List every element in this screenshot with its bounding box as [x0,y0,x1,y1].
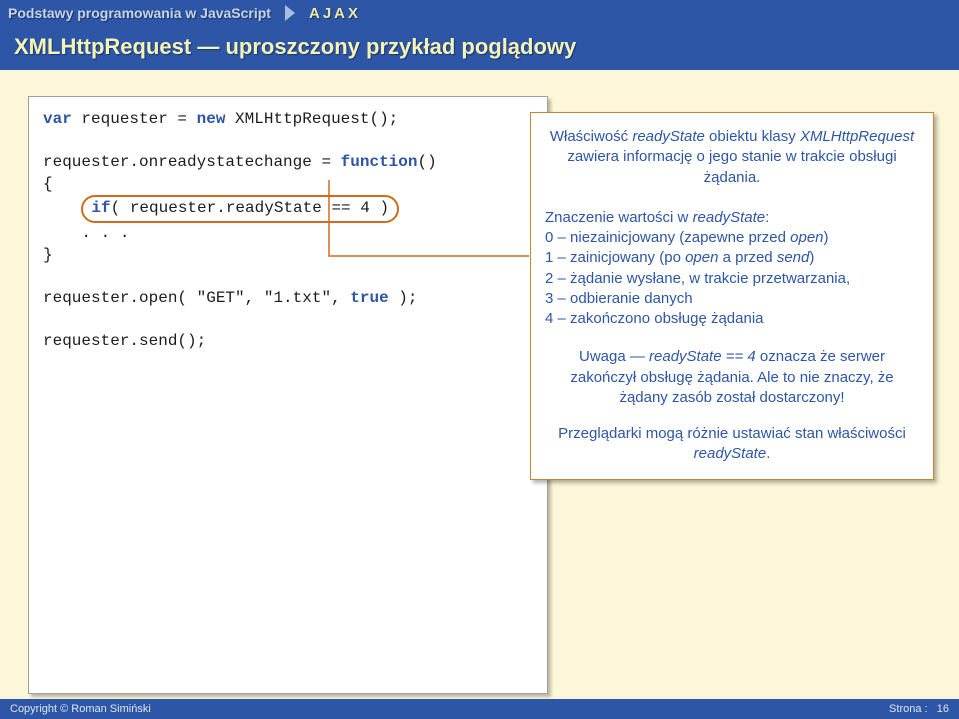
code-line: requester.onreadystatechange = function(… [43,152,533,174]
note-paragraph: Przeglądarki mogą różnie ustawiać stan w… [545,424,919,465]
slide-footer: Copyright © Roman Simiński Strona : 16 [0,699,959,719]
course-title: Podstawy programowania w JavaScript [8,5,271,21]
top-breadcrumb: Podstawy programowania w JavaScript AJAX [0,0,959,26]
code-line: { [43,174,533,196]
explanation-callout: Właściwość readyState obiektu klasy XMLH… [530,112,934,480]
breadcrumb-separator-icon [285,5,295,21]
code-line: requester.send(); [43,331,533,353]
code-line: } [43,245,533,267]
code-line: var requester = new XMLHttpRequest(); [43,109,533,131]
code-line: if( requester.readyState == 4 ) [43,195,533,223]
slide-title: XMLHttpRequest — uproszczony przykład po… [14,34,945,60]
code-example-box: var requester = new XMLHttpRequest(); re… [28,96,548,694]
page-number: 16 [937,703,949,715]
section-badge: AJAX [309,5,361,22]
slide-content: var requester = new XMLHttpRequest(); re… [0,70,959,106]
page-indicator: Strona : 16 [889,703,949,715]
note-paragraph: Właściwość readyState obiektu klasy XMLH… [545,127,919,188]
code-line: requester.open( "GET", "1.txt", true ); [43,288,533,310]
code-line: . . . [43,223,533,245]
note-paragraph: Znaczenie wartości w readyState: 0 – nie… [545,208,919,330]
copyright-text: Copyright © Roman Simiński [10,703,151,715]
slide-header: XMLHttpRequest — uproszczony przykład po… [0,26,959,70]
highlighted-condition: if( requester.readyState == 4 ) [81,195,399,223]
note-paragraph: Uwaga — readyState == 4 oznacza że serwe… [545,347,919,408]
